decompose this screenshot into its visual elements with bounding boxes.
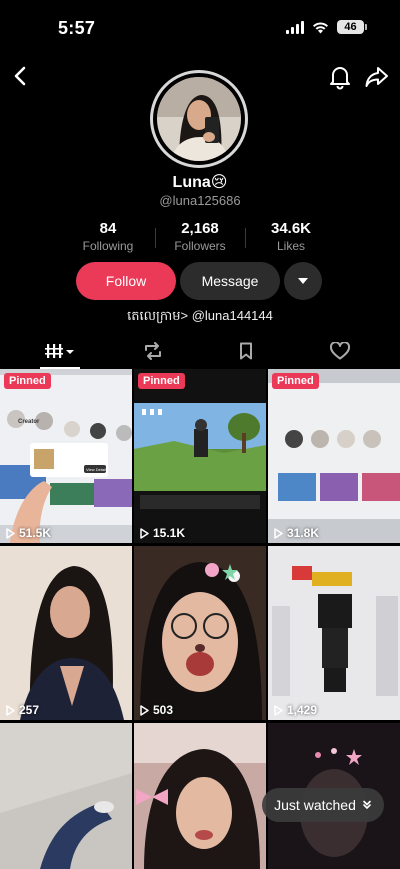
- video-thumbnail[interactable]: Pinned Creator View Details 51.5K: [0, 369, 132, 543]
- double-chevron-down-icon: [363, 800, 371, 809]
- profile-tabs: [0, 334, 400, 369]
- pinned-badge: Pinned: [272, 373, 319, 389]
- video-thumbnail[interactable]: Pinned 15.1K: [134, 369, 266, 543]
- share-button[interactable]: [364, 64, 390, 90]
- view-count: 503: [140, 703, 173, 717]
- view-count: 1,429: [274, 703, 317, 717]
- view-count-value: 31.8K: [287, 526, 320, 540]
- view-count-value: 15.1K: [153, 526, 186, 540]
- stat-followers[interactable]: 2,168 Followers: [150, 220, 250, 253]
- thumbnail-image: [134, 723, 266, 869]
- avatar[interactable]: [157, 77, 241, 161]
- thumbnail-image: [268, 369, 400, 543]
- stat-following[interactable]: 84 Following: [58, 220, 158, 253]
- play-icon: [274, 704, 283, 716]
- thumbnail-text: Creator: [18, 419, 40, 425]
- video-thumbnail[interactable]: 1,429: [268, 546, 400, 720]
- message-button[interactable]: Message: [180, 262, 280, 300]
- username: @luna125686: [159, 193, 241, 208]
- status-bar: 5:57 46: [0, 0, 400, 58]
- battery-icon: 46: [337, 20, 367, 34]
- thumbnail-image: [134, 369, 266, 543]
- display-name: Luna😢: [172, 174, 228, 191]
- tab-reposts[interactable]: [103, 334, 203, 368]
- video-thumbnail[interactable]: [134, 723, 266, 869]
- bookmark-icon: [240, 342, 252, 360]
- stat-label: Followers: [174, 239, 226, 253]
- tab-videos[interactable]: [10, 334, 110, 368]
- status-time: 5:57: [58, 18, 96, 38]
- signal-icon: [286, 20, 304, 34]
- back-button[interactable]: [8, 62, 32, 90]
- caret-down-icon: [298, 278, 308, 284]
- view-count-value: 51.5K: [19, 526, 52, 540]
- video-thumbnail[interactable]: 257: [0, 546, 132, 720]
- tab-liked[interactable]: [290, 334, 390, 368]
- stat-likes[interactable]: 34.6K Likes: [241, 220, 341, 253]
- repost-icon: [145, 342, 161, 360]
- thumbnail-image: [268, 546, 400, 720]
- video-thumbnail[interactable]: 503: [134, 546, 266, 720]
- view-count: 31.8K: [274, 526, 319, 540]
- tab-favorites[interactable]: [196, 334, 296, 368]
- video-thumbnail[interactable]: [0, 723, 132, 869]
- liked-heart-icon: [330, 342, 350, 360]
- wifi-icon: [313, 21, 328, 33]
- thumbnail-image: [134, 546, 266, 720]
- view-count-value: 1,429: [287, 703, 318, 717]
- stat-value: 84: [99, 220, 117, 237]
- chevron-left-icon: [14, 66, 26, 86]
- follow-button[interactable]: Follow: [76, 262, 176, 300]
- thumbnail-image: [0, 546, 132, 720]
- status-icons: 46: [286, 20, 367, 34]
- pinned-badge: Pinned: [4, 373, 51, 389]
- bio-text: តេលេក្រាម> @luna144144: [127, 308, 273, 323]
- suggested-accounts-button[interactable]: [284, 262, 322, 300]
- view-count-value: 257: [19, 703, 40, 717]
- notification-bell-button[interactable]: [328, 64, 352, 90]
- view-count-value: 503: [153, 703, 174, 717]
- play-icon: [274, 527, 283, 539]
- view-count: 51.5K: [6, 526, 51, 540]
- thumbnail-image: [0, 723, 132, 869]
- just-watched-button[interactable]: Just watched: [262, 788, 384, 822]
- view-count: 15.1K: [140, 526, 185, 540]
- view-count: 257: [6, 703, 39, 717]
- stat-value: 34.6K: [270, 220, 312, 237]
- bell-icon: [330, 67, 350, 90]
- thumbnail-image: [0, 369, 132, 543]
- profile-stats: 84 Following 2,168 Followers 34.6K Likes: [0, 220, 400, 254]
- videos-grid-icon: [45, 344, 74, 358]
- play-icon: [140, 527, 149, 539]
- play-icon: [140, 704, 149, 716]
- share-arrow-icon: [365, 67, 388, 87]
- stat-label: Likes: [276, 239, 305, 253]
- stat-label: Following: [82, 239, 134, 253]
- play-icon: [6, 704, 15, 716]
- pinned-badge: Pinned: [138, 373, 185, 389]
- profile-photo: [157, 77, 241, 161]
- video-thumbnail[interactable]: Pinned 31.8K: [268, 369, 400, 543]
- avatar-ring[interactable]: [150, 70, 248, 168]
- thumbnail-text: View Details: [86, 467, 108, 472]
- play-icon: [6, 527, 15, 539]
- just-watched-label: Just watched: [274, 797, 356, 813]
- stat-value: 2,168: [181, 220, 219, 237]
